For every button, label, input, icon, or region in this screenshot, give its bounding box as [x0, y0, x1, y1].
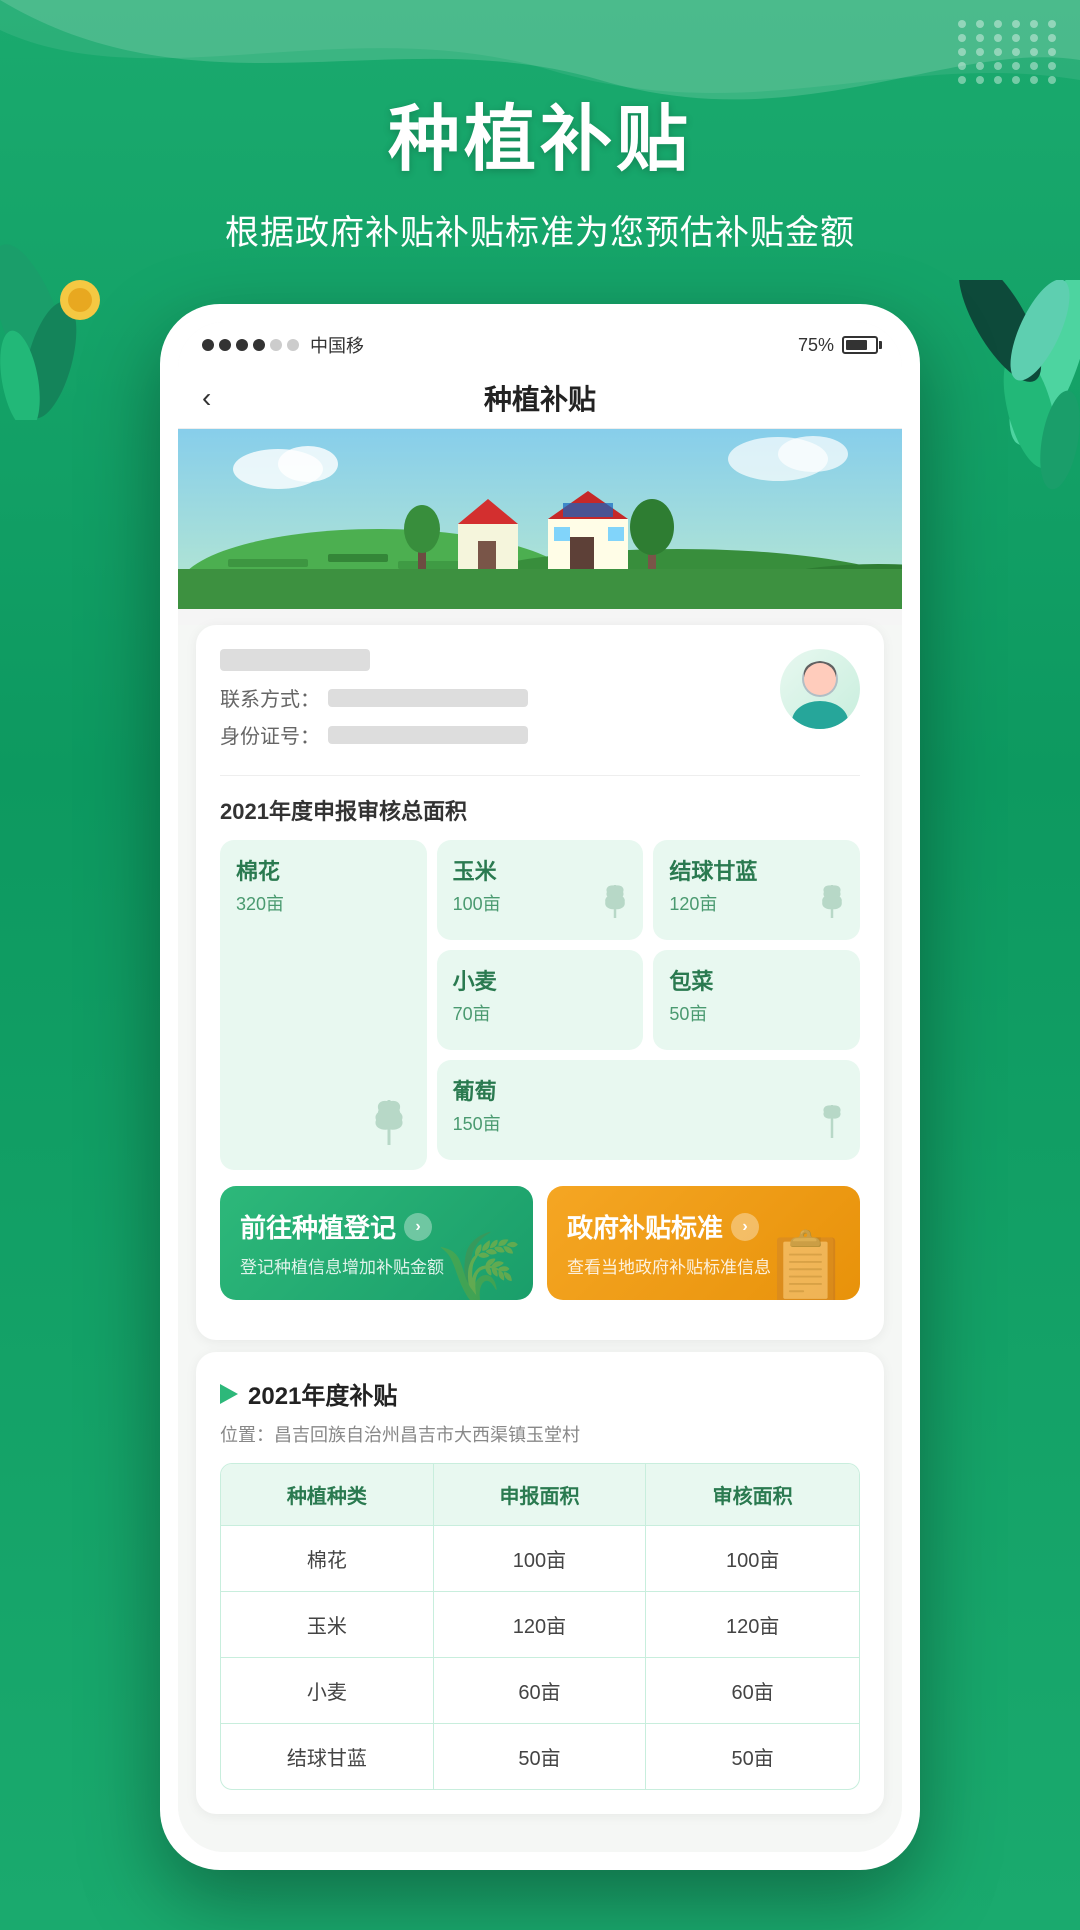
td-cotton-name: 棉花 [221, 1526, 434, 1591]
leaf-right-decoration [940, 280, 1080, 505]
signal-dot-2 [219, 339, 231, 351]
content-area: 联系方式： 身份证号： [178, 625, 902, 1852]
nav-bar: ‹ 种植补贴 [178, 368, 902, 429]
td-cabbage-declared: 50亩 [434, 1724, 647, 1789]
crop-card-cabbage: 结球甘蓝 120亩 [653, 840, 860, 940]
subsidy-triangle-icon [220, 1384, 238, 1404]
th-crop-type: 种植种类 [221, 1464, 434, 1525]
table-header: 种植种类 申报面积 审核面积 [221, 1464, 859, 1525]
contact-field: 联系方式： [220, 683, 780, 712]
crop-card-corn: 玉米 100亩 [437, 840, 644, 940]
crop-icon-cotton [359, 1090, 419, 1162]
crop-area-pakchoi: 50亩 [669, 1000, 844, 1026]
contact-label: 联系方式： [220, 683, 320, 712]
signal-area: 中国移 [202, 332, 364, 358]
td-wheat-declared: 60亩 [434, 1658, 647, 1723]
phone-outer: 中国移 75% ‹ 种植补贴 [160, 304, 920, 1870]
crop-card-cotton: 棉花 320亩 [220, 840, 427, 1170]
crop-area-wheat: 70亩 [453, 1000, 628, 1026]
id-label: 身份证号： [220, 720, 320, 749]
signal-dot-3 [236, 339, 248, 351]
crop-icon-grape [812, 1094, 852, 1152]
td-wheat-name: 小麦 [221, 1658, 434, 1723]
main-title: 种植补贴 [0, 80, 1080, 185]
td-cotton-declared: 100亩 [434, 1526, 647, 1591]
td-corn-name: 玉米 [221, 1592, 434, 1657]
crop-card-grape: 葡萄 150亩 [437, 1060, 860, 1160]
td-corn-reviewed: 120亩 [646, 1592, 859, 1657]
header-area: 种植补贴 根据政府补贴补贴标准为您预估补贴金额 [0, 0, 1080, 254]
crop-name-cotton: 棉花 [236, 854, 411, 886]
user-details: 联系方式： 身份证号： [220, 649, 780, 757]
user-avatar [780, 649, 860, 729]
crop-card-pakchoi: 包菜 50亩 [653, 950, 860, 1050]
subsidy-header: 2021年度补贴 [220, 1376, 860, 1411]
crop-icon-cabbage [812, 874, 852, 932]
planting-register-button[interactable]: 前往种植登记 › 登记种植信息增加补贴金额 🌾 [220, 1186, 533, 1300]
table-row-cabbage: 结球甘蓝 50亩 50亩 [221, 1723, 859, 1789]
subsidy-standard-button[interactable]: 政府补贴标准 › 查看当地政府补贴标准信息 📋 [547, 1186, 860, 1300]
user-info: 联系方式： 身份证号： [220, 649, 860, 776]
th-reviewed-area: 审核面积 [646, 1464, 859, 1525]
contact-blur [328, 689, 528, 707]
bottom-spacer [196, 1814, 884, 1834]
crop-name-wheat: 小麦 [453, 964, 628, 996]
phone-inner: 中国移 75% ‹ 种植补贴 [178, 322, 902, 1852]
subsidy-table: 种植种类 申报面积 审核面积 棉花 100亩 100亩 玉米 120亩 [220, 1463, 860, 1790]
nav-title: 种植补贴 [484, 378, 596, 418]
carrier-text: 中国移 [310, 332, 364, 358]
user-name-blur [220, 649, 370, 671]
td-corn-declared: 120亩 [434, 1592, 647, 1657]
sub-title: 根据政府补贴补贴标准为您预估补贴金额 [0, 205, 1080, 254]
status-bar: 中国移 75% [178, 322, 902, 368]
crop-icon-corn [595, 874, 635, 932]
crop-grid: 棉花 320亩 [220, 840, 860, 1170]
table-row-cotton: 棉花 100亩 100亩 [221, 1525, 859, 1591]
table-row-wheat: 小麦 60亩 60亩 [221, 1657, 859, 1723]
id-blur [328, 726, 528, 744]
subsidy-card: 2021年度补贴 位置：昌吉回族自治州昌吉市大西渠镇玉堂村 种植种类 申报面积 … [196, 1352, 884, 1814]
id-field: 身份证号： [220, 720, 780, 749]
action-row: 前往种植登记 › 登记种植信息增加补贴金额 🌾 政府补贴标准 › 查看当地政 [220, 1186, 860, 1300]
crop-name-grape: 葡萄 [453, 1074, 844, 1106]
signal-dot-5 [270, 339, 282, 351]
crop-card-wheat: 小麦 70亩 [437, 950, 644, 1050]
battery-fill [846, 340, 867, 350]
register-arrow-icon: › [404, 1213, 432, 1241]
phone-mockup: 中国移 75% ‹ 种植补贴 [160, 304, 920, 1870]
td-cabbage-reviewed: 50亩 [646, 1724, 859, 1789]
crop-area-cotton: 320亩 [236, 890, 411, 916]
td-cabbage-name: 结球甘蓝 [221, 1724, 434, 1789]
signal-dot-1 [202, 339, 214, 351]
farm-banner [178, 429, 902, 609]
crop-section-title: 2021年度申报审核总面积 [220, 794, 860, 826]
td-wheat-reviewed: 60亩 [646, 1658, 859, 1723]
table-row-corn: 玉米 120亩 120亩 [221, 1591, 859, 1657]
subsidy-location: 位置：昌吉回族自治州昌吉市大西渠镇玉堂村 [220, 1421, 860, 1447]
td-cotton-reviewed: 100亩 [646, 1526, 859, 1591]
signal-dot-6 [287, 339, 299, 351]
register-button-icon: 🌾 [436, 1228, 523, 1300]
crop-name-pakchoi: 包菜 [669, 964, 844, 996]
standard-arrow-icon: › [731, 1213, 759, 1241]
back-button[interactable]: ‹ [202, 382, 211, 414]
crop-area-grape: 150亩 [453, 1110, 844, 1136]
battery-percent: 75% [798, 335, 834, 356]
status-right: 75% [798, 335, 878, 356]
battery-icon [842, 336, 878, 354]
subsidy-year-title: 2021年度补贴 [248, 1376, 397, 1411]
signal-dot-4 [253, 339, 265, 351]
user-card: 联系方式： 身份证号： [196, 625, 884, 1340]
th-declared-area: 申报面积 [434, 1464, 647, 1525]
standard-button-icon: 📋 [763, 1228, 850, 1300]
